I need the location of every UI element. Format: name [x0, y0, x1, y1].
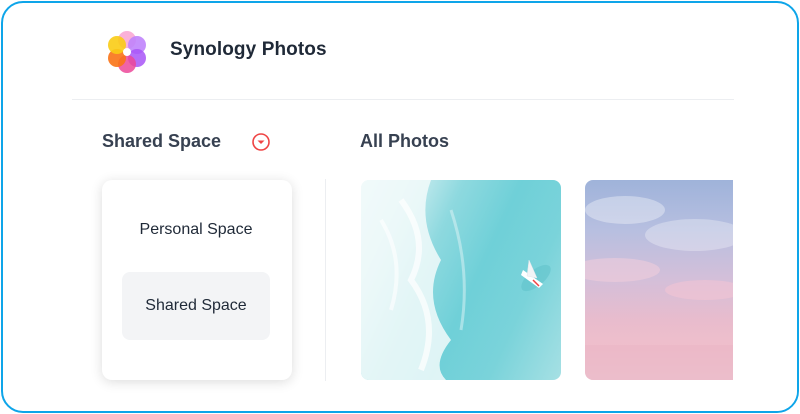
app-header: Synology Photos [3, 3, 797, 99]
menu-item-shared-space[interactable]: Shared Space [122, 272, 270, 340]
current-space-title[interactable]: Shared Space [102, 131, 221, 152]
ocean-photo-image [361, 180, 551, 380]
app-title: Synology Photos [170, 39, 327, 60]
photo-thumbnail-sky[interactable] [585, 180, 745, 380]
space-dropdown-menu: Personal Space Shared Space [102, 180, 292, 380]
app-frame: Synology Photos Shared Space Personal Sp… [1, 1, 799, 413]
synology-photos-logo-icon [108, 31, 146, 73]
chevron-down-circle-icon[interactable] [251, 132, 271, 152]
menu-item-personal-space[interactable]: Personal Space [122, 196, 270, 264]
panel-divider [325, 179, 326, 381]
all-photos-title: All Photos [360, 131, 449, 151]
header-divider [72, 99, 734, 100]
sky-photo-image [585, 196, 745, 380]
content-clip-mask [733, 103, 797, 411]
photo-thumbnail-ocean[interactable] [361, 180, 561, 380]
